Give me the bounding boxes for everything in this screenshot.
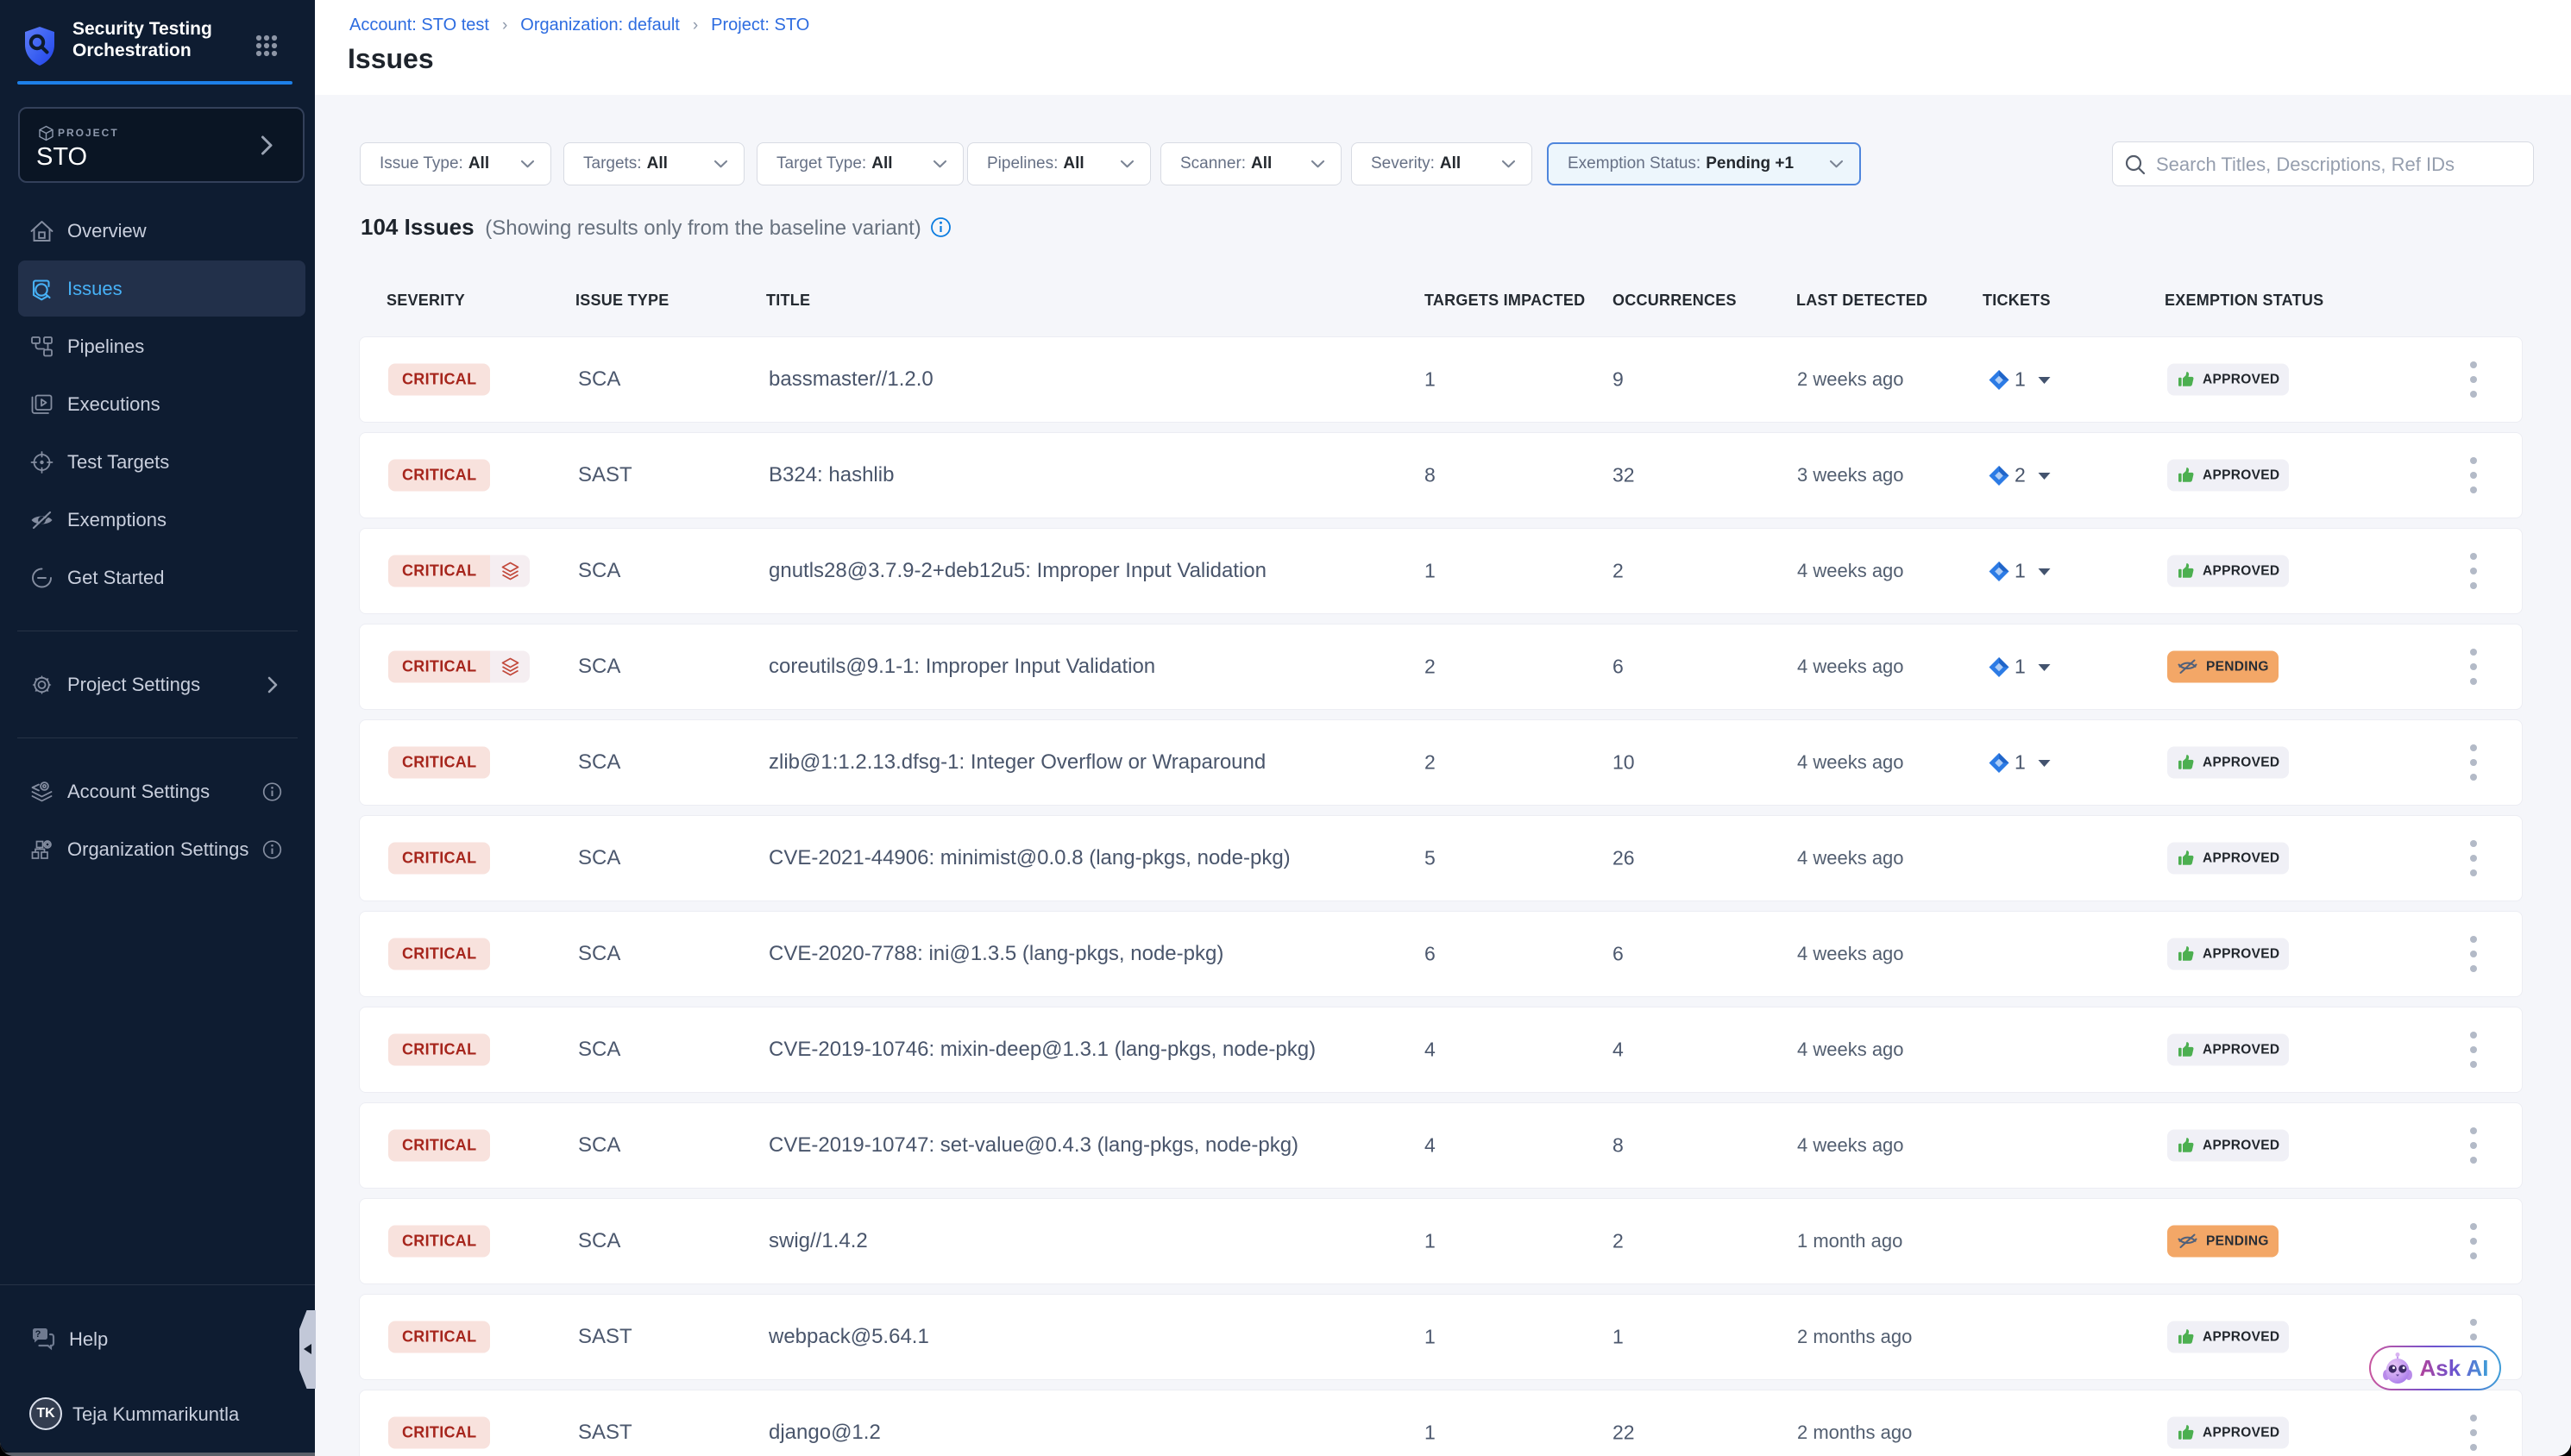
svg-text:?: ?: [35, 1329, 41, 1340]
